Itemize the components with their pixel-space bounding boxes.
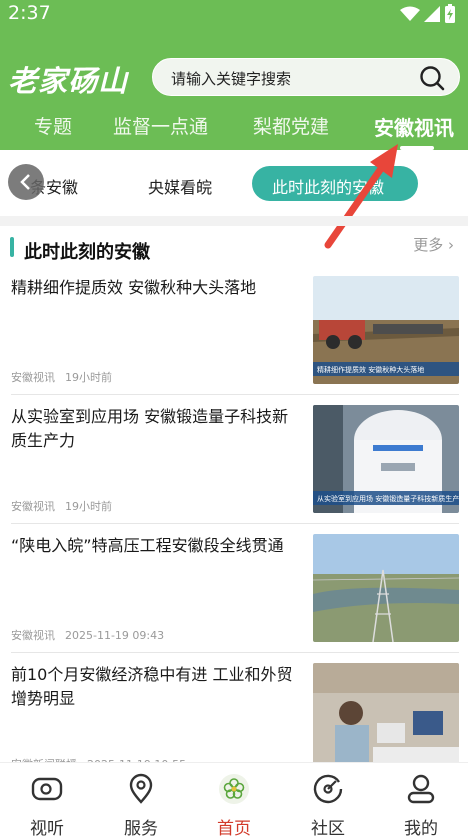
more-label: 更多 <box>413 236 444 254</box>
nav-label: 社区 <box>311 819 345 839</box>
news-title: “陕电入皖”特高压工程安徽段全线贯通 <box>11 536 284 555</box>
signal-icon <box>424 6 440 22</box>
bottom-nav: 视听 服务 首页 社区 我的 <box>0 762 468 840</box>
news-title: 从实验室到应用场 安徽锻造量子科技新质生产力 <box>11 407 289 450</box>
divider <box>11 523 459 524</box>
tab-anhui-video[interactable]: 安徽视讯 <box>374 112 454 141</box>
community-icon <box>313 774 343 804</box>
wifi-icon <box>400 6 420 21</box>
news-meta: 安徽视讯 19小时前 <box>11 369 112 385</box>
nav-label: 我的 <box>404 819 438 839</box>
user-icon <box>407 774 435 804</box>
flower-logo-icon <box>219 774 249 804</box>
news-source: 安徽视讯 <box>11 500 55 513</box>
news-thumbnail <box>313 663 459 771</box>
tab-party-building[interactable]: 梨都党建 <box>253 112 329 139</box>
news-source: 安徽视讯 <box>11 629 55 642</box>
news-thumbnail <box>313 534 459 642</box>
more-link[interactable]: 更多 › <box>413 234 454 255</box>
nav-label: 首页 <box>217 819 251 839</box>
search-placeholder: 请输入关键字搜索 <box>171 70 292 88</box>
divider <box>11 394 459 395</box>
news-time: 19小时前 <box>65 371 112 384</box>
news-meta: 安徽视讯 19小时前 <box>11 498 112 514</box>
battery-icon <box>445 4 455 23</box>
news-time: 2025-11-19 09:43 <box>65 629 165 642</box>
search-input[interactable]: 请输入关键字搜索 <box>152 58 460 96</box>
news-source: 安徽视讯 <box>11 371 55 384</box>
chevron-left-icon <box>20 174 30 190</box>
news-title: 精耕细作提质效 安徽秋种大头落地 <box>11 278 257 297</box>
news-thumbnail: 从实验室到应用场 安徽锻造量子科技新质生产力 <box>313 405 459 513</box>
status-time: 2:37 <box>8 2 51 24</box>
tab-supervision[interactable]: 监督一点通 <box>113 112 208 139</box>
section-title: 此时此刻的安徽 <box>24 242 150 263</box>
news-item[interactable]: 从实验室到应用场 安徽锻造量子科技新质生产力 安徽视讯 19小时前 从实验室到应用… <box>0 405 468 533</box>
tab-topics[interactable]: 专题 <box>34 112 72 139</box>
news-thumbnail: 精耕细作提质效 安徽秋种大头落地 <box>313 276 459 384</box>
subtab-central-media[interactable]: 央媒看皖 <box>148 174 212 198</box>
status-bar: 2:37 <box>0 0 468 28</box>
nav-label: 视听 <box>30 819 64 839</box>
divider <box>11 652 459 653</box>
news-time: 19小时前 <box>65 500 112 513</box>
search-icon[interactable] <box>419 65 445 91</box>
app-logo: 老家砀山 <box>8 64 129 98</box>
nav-item-video[interactable]: 视听 <box>0 763 94 840</box>
news-item[interactable]: 精耕细作提质效 安徽秋种大头落地 安徽视讯 19小时前 精耕细作提质效 安徽秋种大… <box>0 276 468 404</box>
back-button[interactable] <box>8 164 44 200</box>
app-header: 2:37 老家砀山 请输入关键字搜索 专题 监督一点通 梨都党建 安徽视讯 <box>0 0 468 150</box>
nav-item-service[interactable]: 服务 <box>94 763 188 840</box>
nav-label: 服务 <box>124 819 158 839</box>
video-icon <box>31 777 63 801</box>
pointer-arrow-icon <box>324 144 398 249</box>
chevron-right-icon: › <box>448 236 454 254</box>
news-item[interactable]: “陕电入皖”特高压工程安徽段全线贯通 安徽视讯 2025-11-19 09:43 <box>0 534 468 662</box>
status-icons <box>400 4 456 24</box>
news-title: 前10个月安徽经济稳中有进 工业和外贸增势明显 <box>11 665 293 708</box>
thumbnail-caption: 从实验室到应用场 安徽锻造量子科技新质生产力 <box>317 494 459 503</box>
nav-item-home[interactable]: 首页 <box>187 763 281 840</box>
location-pin-icon <box>129 773 153 804</box>
thumbnail-caption: 精耕细作提质效 安徽秋种大头落地 <box>317 365 424 374</box>
section-gap <box>0 216 468 226</box>
news-meta: 安徽视讯 2025-11-19 09:43 <box>11 627 164 643</box>
section-accent-bar <box>10 237 14 257</box>
nav-item-community[interactable]: 社区 <box>281 763 375 840</box>
nav-item-mine[interactable]: 我的 <box>374 763 468 840</box>
